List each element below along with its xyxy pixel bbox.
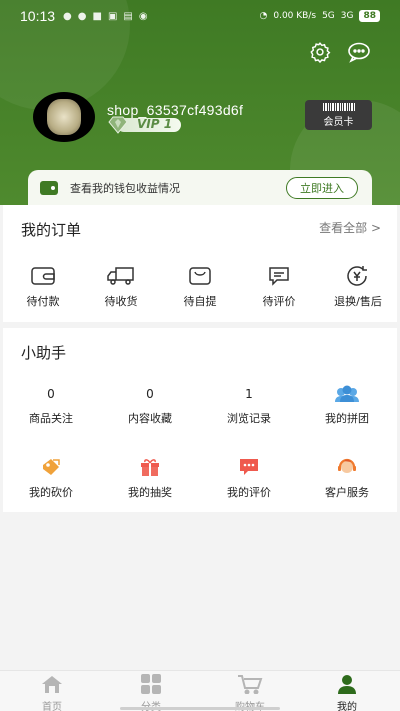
signal-icon: ◉ [138, 10, 148, 22]
tab-cart[interactable]: 购物车 [210, 674, 290, 711]
tab-home[interactable]: 首页 [12, 674, 92, 711]
status-bar: 10:13 ● ● ■ ▣ ▤ ◉ ◔ 0.00 KB/s 5G 3G 88 [0, 0, 400, 32]
news-icon: ▤ [123, 10, 133, 22]
stat-value: 0 [146, 387, 154, 401]
status-notification-icons: ● ● ■ ▣ ▤ ◉ [63, 11, 148, 22]
member-card-label: 会员卡 [323, 117, 354, 128]
bottom-tab-bar: 首页 分类 购物车 我的 [0, 670, 400, 711]
message-icon: ● [63, 10, 72, 22]
stat-value: 1 [245, 387, 253, 401]
order-pending-payment[interactable]: 待付款 [3, 265, 83, 309]
group-buy-label: 我的拼团 [325, 412, 369, 425]
wallet-enter-button[interactable]: 立即进入 [286, 177, 358, 199]
notification-icon: ■ [92, 10, 102, 22]
battery-indicator: 88 [359, 10, 380, 22]
my-lottery[interactable]: 我的抽奖 [110, 456, 190, 500]
order-after-sales[interactable]: 退换/售后 [318, 265, 398, 309]
orders-title: 我的订单 [21, 221, 82, 239]
customer-service[interactable]: 客户服务 [307, 456, 387, 500]
gear-icon [310, 42, 331, 63]
stat-value: 0 [47, 387, 55, 401]
alarm-icon: ◔ [259, 11, 268, 21]
chat-icon: ● [77, 10, 87, 22]
barcode-icon [305, 103, 372, 111]
network-5g: 5G [322, 11, 335, 21]
avatar[interactable] [33, 92, 95, 142]
stat-product-follow[interactable]: 0 商品关注 [11, 384, 91, 426]
wallet-icon [40, 180, 58, 195]
tab-category[interactable]: 分类 [111, 674, 191, 711]
orders-card: 我的订单 查看全部 > 待付款 待收货 待自提 待评价 退换/售后 [3, 205, 397, 322]
bargain-icon [43, 459, 60, 475]
stat-browse-history[interactable]: 1 浏览记录 [209, 384, 289, 426]
order-pending-review[interactable]: 待评价 [239, 265, 319, 309]
stat-content-favorites[interactable]: 0 内容收藏 [110, 384, 190, 426]
tab-mine[interactable]: 我的 [307, 674, 387, 711]
vip-label: VIP 1 [137, 117, 173, 131]
order-pending-receipt[interactable]: 待收货 [81, 265, 161, 309]
home-indicator [120, 707, 280, 710]
home-icon [42, 676, 62, 693]
message-button[interactable] [346, 39, 372, 65]
vip-badge: VIP 1 [107, 116, 181, 134]
gift-icon [141, 459, 159, 476]
cart-icon [238, 675, 263, 695]
my-reviews[interactable]: 我的评价 [209, 456, 289, 500]
network-3g: 3G [340, 11, 354, 21]
group-icon [335, 385, 359, 402]
review-icon [240, 459, 258, 475]
diamond-icon [108, 116, 128, 134]
category-icon [141, 674, 161, 694]
stat-label: 浏览记录 [227, 412, 271, 425]
truck-icon [107, 267, 134, 285]
stat-label: 商品关注 [29, 412, 73, 425]
bag-icon [189, 267, 211, 285]
user-icon [338, 675, 356, 694]
my-group-buy[interactable]: 我的拼团 [307, 384, 387, 426]
see-all-orders-link[interactable]: 查看全部 > [319, 219, 381, 236]
refund-icon [347, 266, 367, 286]
my-bargain[interactable]: 我的砍价 [11, 456, 91, 500]
net-speed: 0.00 KB/s [273, 11, 317, 21]
status-time: 10:13 [20, 8, 56, 24]
wallet-banner[interactable]: 查看我的钱包收益情况 立即进入 [28, 170, 372, 205]
helper-title: 小助手 [21, 344, 67, 362]
order-self-pickup[interactable]: 待自提 [160, 265, 240, 309]
chat-bubble-icon [348, 42, 370, 63]
wallet-icon [31, 267, 55, 285]
helper-card: 小助手 0 商品关注 0 内容收藏 1 浏览记录 我的拼团 我的砍价 我的抽奖 … [3, 328, 397, 512]
status-right: ◔ 0.00 KB/s 5G 3G 88 [259, 10, 380, 22]
image-icon: ▣ [107, 10, 118, 22]
wallet-text: 查看我的钱包收益情况 [70, 181, 180, 195]
settings-button[interactable] [307, 39, 333, 65]
comment-icon [269, 267, 289, 286]
customer-service-icon [338, 458, 356, 473]
stat-label: 内容收藏 [128, 412, 172, 425]
member-card-button[interactable]: 会员卡 [305, 100, 372, 130]
